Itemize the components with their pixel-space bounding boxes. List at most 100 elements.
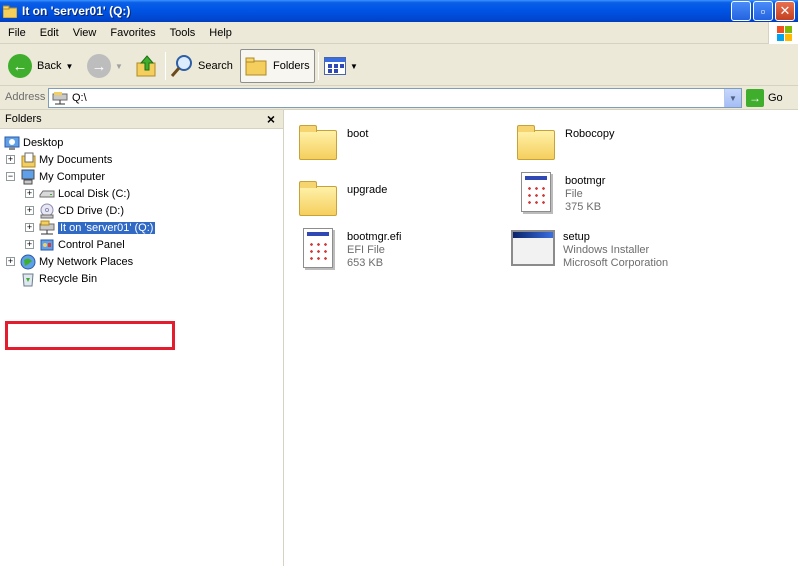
tree-label: Recycle Bin [39,272,98,285]
cd-drive-icon [39,203,55,219]
up-folder-button[interactable] [135,49,159,83]
back-button[interactable]: ← Back ▼ [8,49,73,83]
folders-pane-title: Folders [5,113,42,125]
forward-button[interactable]: → ▼ [87,49,123,83]
folder-icon [245,55,269,77]
menu-help[interactable]: Help [202,27,239,39]
tree-item-my-documents[interactable]: + My Documents [6,151,112,168]
file-name: setup [563,231,590,243]
file-size: 375 KB [565,201,602,213]
tree-item-control-panel[interactable]: + Control Panel [25,236,125,253]
up-folder-icon [135,54,159,78]
installer-icon [509,224,557,272]
tree-label: CD Drive (D:) [58,204,124,217]
search-icon [170,54,194,78]
expand-icon[interactable]: + [25,189,34,198]
system-file-icon [511,168,559,216]
file-item-upgrade[interactable]: upgrade [293,174,387,222]
back-arrow-icon: ← [8,54,32,78]
folder-icon [511,118,559,166]
file-company: Microsoft Corporation [563,257,669,269]
my-documents-icon [20,152,36,168]
close-icon[interactable]: × [267,111,275,127]
tree-label: Local Disk (C:) [58,187,131,200]
red-highlight-annotation [5,321,175,350]
folders-button[interactable]: Folders [240,49,315,83]
file-name: upgrade [347,184,388,196]
forward-arrow-icon: → [87,54,111,78]
menu-file[interactable]: File [0,27,33,39]
tree-item-recycle-bin[interactable]: Recycle Bin [20,270,97,287]
tree-item-local-disk[interactable]: + Local Disk (C:) [25,185,130,202]
search-label: Search [198,60,233,72]
tree-label: My Computer [39,170,106,183]
go-arrow-icon: → [746,89,764,107]
tree-item-network-drive[interactable]: + It on 'server01' (Q:) [25,219,156,236]
address-label: Address [5,91,46,103]
folders-pane: Folders × Desktop + My Documents − My Co… [0,110,284,566]
file-type: File [565,188,583,200]
file-type: EFI File [347,244,385,256]
tree-label-selected: It on 'server01' (Q:) [58,221,156,234]
tree-item-desktop[interactable]: Desktop [4,134,63,151]
menu-bar: File Edit View Favorites Tools Help [0,22,798,44]
tree-item-network-places[interactable]: + My Network Places [6,253,133,270]
file-item-bootmgr-efi[interactable]: bootmgr.efi EFI File 653 KB [293,224,401,272]
folder-icon [2,5,18,18]
folder-icon [293,118,341,166]
chevron-down-icon[interactable]: ▼ [115,62,123,71]
network-drive-icon [39,220,55,236]
chevron-down-icon[interactable]: ▼ [65,62,73,71]
toolbar-separator [318,52,319,80]
views-icon [324,57,346,75]
menu-view[interactable]: View [66,27,104,39]
go-button[interactable]: → Go [746,89,783,107]
network-drive-icon [52,91,68,105]
control-panel-icon [39,237,55,253]
go-label: Go [768,92,783,104]
address-value: Q:\ [72,92,87,104]
expand-icon[interactable]: + [25,240,34,249]
windows-logo-icon [768,22,798,44]
folders-pane-header: Folders × [0,110,283,129]
file-item-boot[interactable]: boot [293,118,368,166]
file-name: bootmgr.efi [347,231,402,243]
toolbar: ← Back ▼ → ▼ Search Folders ▼ [0,44,798,86]
tree-item-my-computer[interactable]: − My Computer [6,168,105,185]
file-name: Robocopy [565,128,615,140]
file-name: boot [347,128,369,140]
menu-edit[interactable]: Edit [33,27,66,39]
expand-icon[interactable]: + [6,155,15,164]
minimize-button[interactable]: _ [731,1,751,22]
file-name: bootmgr [565,175,606,187]
recycle-bin-icon [20,271,36,287]
tree-label: My Documents [39,153,113,166]
views-button[interactable]: ▼ [324,49,358,83]
window-title: It on 'server01' (Q:) [22,4,131,18]
menu-favorites[interactable]: Favorites [103,27,162,39]
chevron-down-icon[interactable]: ▼ [350,62,358,71]
file-item-setup[interactable]: setup Windows Installer Microsoft Corpor… [509,224,668,272]
file-size: 653 KB [347,257,384,269]
expand-icon[interactable]: + [25,223,34,232]
desktop-icon [4,135,20,151]
tree-item-cd-drive[interactable]: + CD Drive (D:) [25,202,124,219]
expand-icon[interactable]: + [25,206,34,215]
search-button[interactable]: Search [170,49,233,83]
close-button[interactable]: ✕ [775,1,795,21]
menu-tools[interactable]: Tools [163,27,203,39]
folder-icon [293,174,341,222]
hard-drive-icon [39,186,55,202]
file-item-bootmgr[interactable]: bootmgr File 375 KB [511,168,605,216]
tree-label: Control Panel [58,238,125,251]
collapse-icon[interactable]: − [6,172,15,181]
expand-icon[interactable]: + [6,257,15,266]
toolbar-separator [165,52,166,80]
address-input[interactable]: Q:\ ▼ [48,88,742,108]
maximize-button[interactable]: ▫ [753,1,773,21]
title-bar: It on 'server01' (Q:) _ ▫ ✕ [0,0,798,22]
chevron-down-icon[interactable]: ▼ [724,89,741,107]
tree-label: My Network Places [39,255,134,268]
tree-label: Desktop [23,136,64,149]
file-item-robocopy[interactable]: Robocopy [511,118,615,166]
